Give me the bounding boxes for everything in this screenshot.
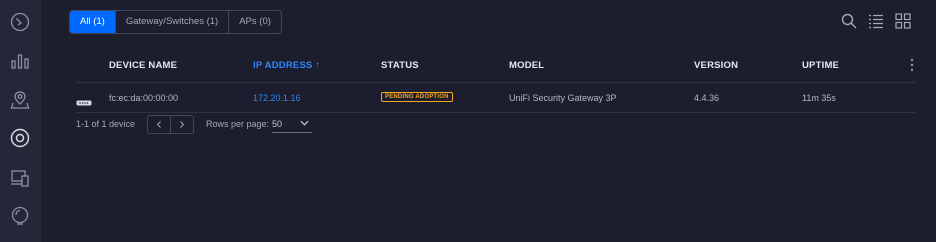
ip-address-link[interactable]: 172.20.1.16 — [253, 93, 301, 103]
version-cell: 4.4.36 — [694, 93, 720, 103]
statistics-icon[interactable] — [9, 50, 31, 72]
grid-view-icon[interactable] — [895, 13, 911, 29]
next-page-button[interactable] — [170, 116, 193, 133]
device-name-cell[interactable]: fc:ec:da:00:00:00 — [109, 93, 178, 103]
table-header: DEVICE NAME IP ADDRESS ↑ STATUS MODEL VE… — [76, 50, 916, 83]
search-icon[interactable] — [841, 13, 857, 29]
devices-icon[interactable] — [9, 127, 31, 149]
model-cell: UniFi Security Gateway 3P — [509, 93, 617, 103]
uptime-cell: 11m 35s — [802, 93, 836, 103]
previous-page-button[interactable] — [148, 116, 170, 133]
insights-icon[interactable] — [9, 205, 31, 227]
gateway-device-icon — [76, 94, 92, 106]
column-model[interactable]: MODEL — [509, 60, 544, 71]
column-ip-address[interactable]: IP ADDRESS ↑ — [253, 60, 320, 71]
list-view-icon[interactable] — [868, 13, 884, 29]
filter-tabs: All (1) Gateway/Switches (1) APs (0) — [69, 10, 282, 34]
column-device-name[interactable]: DEVICE NAME — [109, 60, 177, 71]
rows-per-page-select[interactable]: 50 — [272, 116, 312, 133]
pagination-count: 1-1 of 1 device — [76, 119, 136, 129]
tab-aps[interactable]: APs (0) — [228, 11, 281, 33]
rows-per-page-label: Rows per page: — [206, 119, 270, 129]
column-uptime[interactable]: UPTIME — [802, 60, 839, 71]
chevron-left-icon — [156, 121, 161, 128]
dashboard-icon[interactable] — [9, 11, 31, 33]
column-status[interactable]: STATUS — [381, 60, 419, 71]
map-icon[interactable] — [9, 89, 31, 111]
main-content: All (1) Gateway/Switches (1) APs (0) DEV… — [42, 0, 936, 242]
status-badge: PENDING ADOPTION — [381, 92, 453, 102]
sidebar — [0, 0, 41, 242]
tab-all[interactable]: All (1) — [70, 11, 115, 33]
chevron-down-icon — [300, 120, 309, 126]
column-options-icon[interactable] — [908, 57, 916, 73]
column-version[interactable]: VERSION — [694, 60, 738, 71]
clients-icon[interactable] — [9, 167, 31, 189]
rows-per-page-value: 50 — [272, 119, 283, 129]
tab-gateway-switches[interactable]: Gateway/Switches (1) — [114, 11, 228, 33]
pagination-controls — [147, 115, 194, 134]
table-row[interactable]: fc:ec:da:00:00:00 172.20.1.16 PENDING AD… — [76, 84, 916, 113]
chevron-right-icon — [180, 121, 185, 128]
